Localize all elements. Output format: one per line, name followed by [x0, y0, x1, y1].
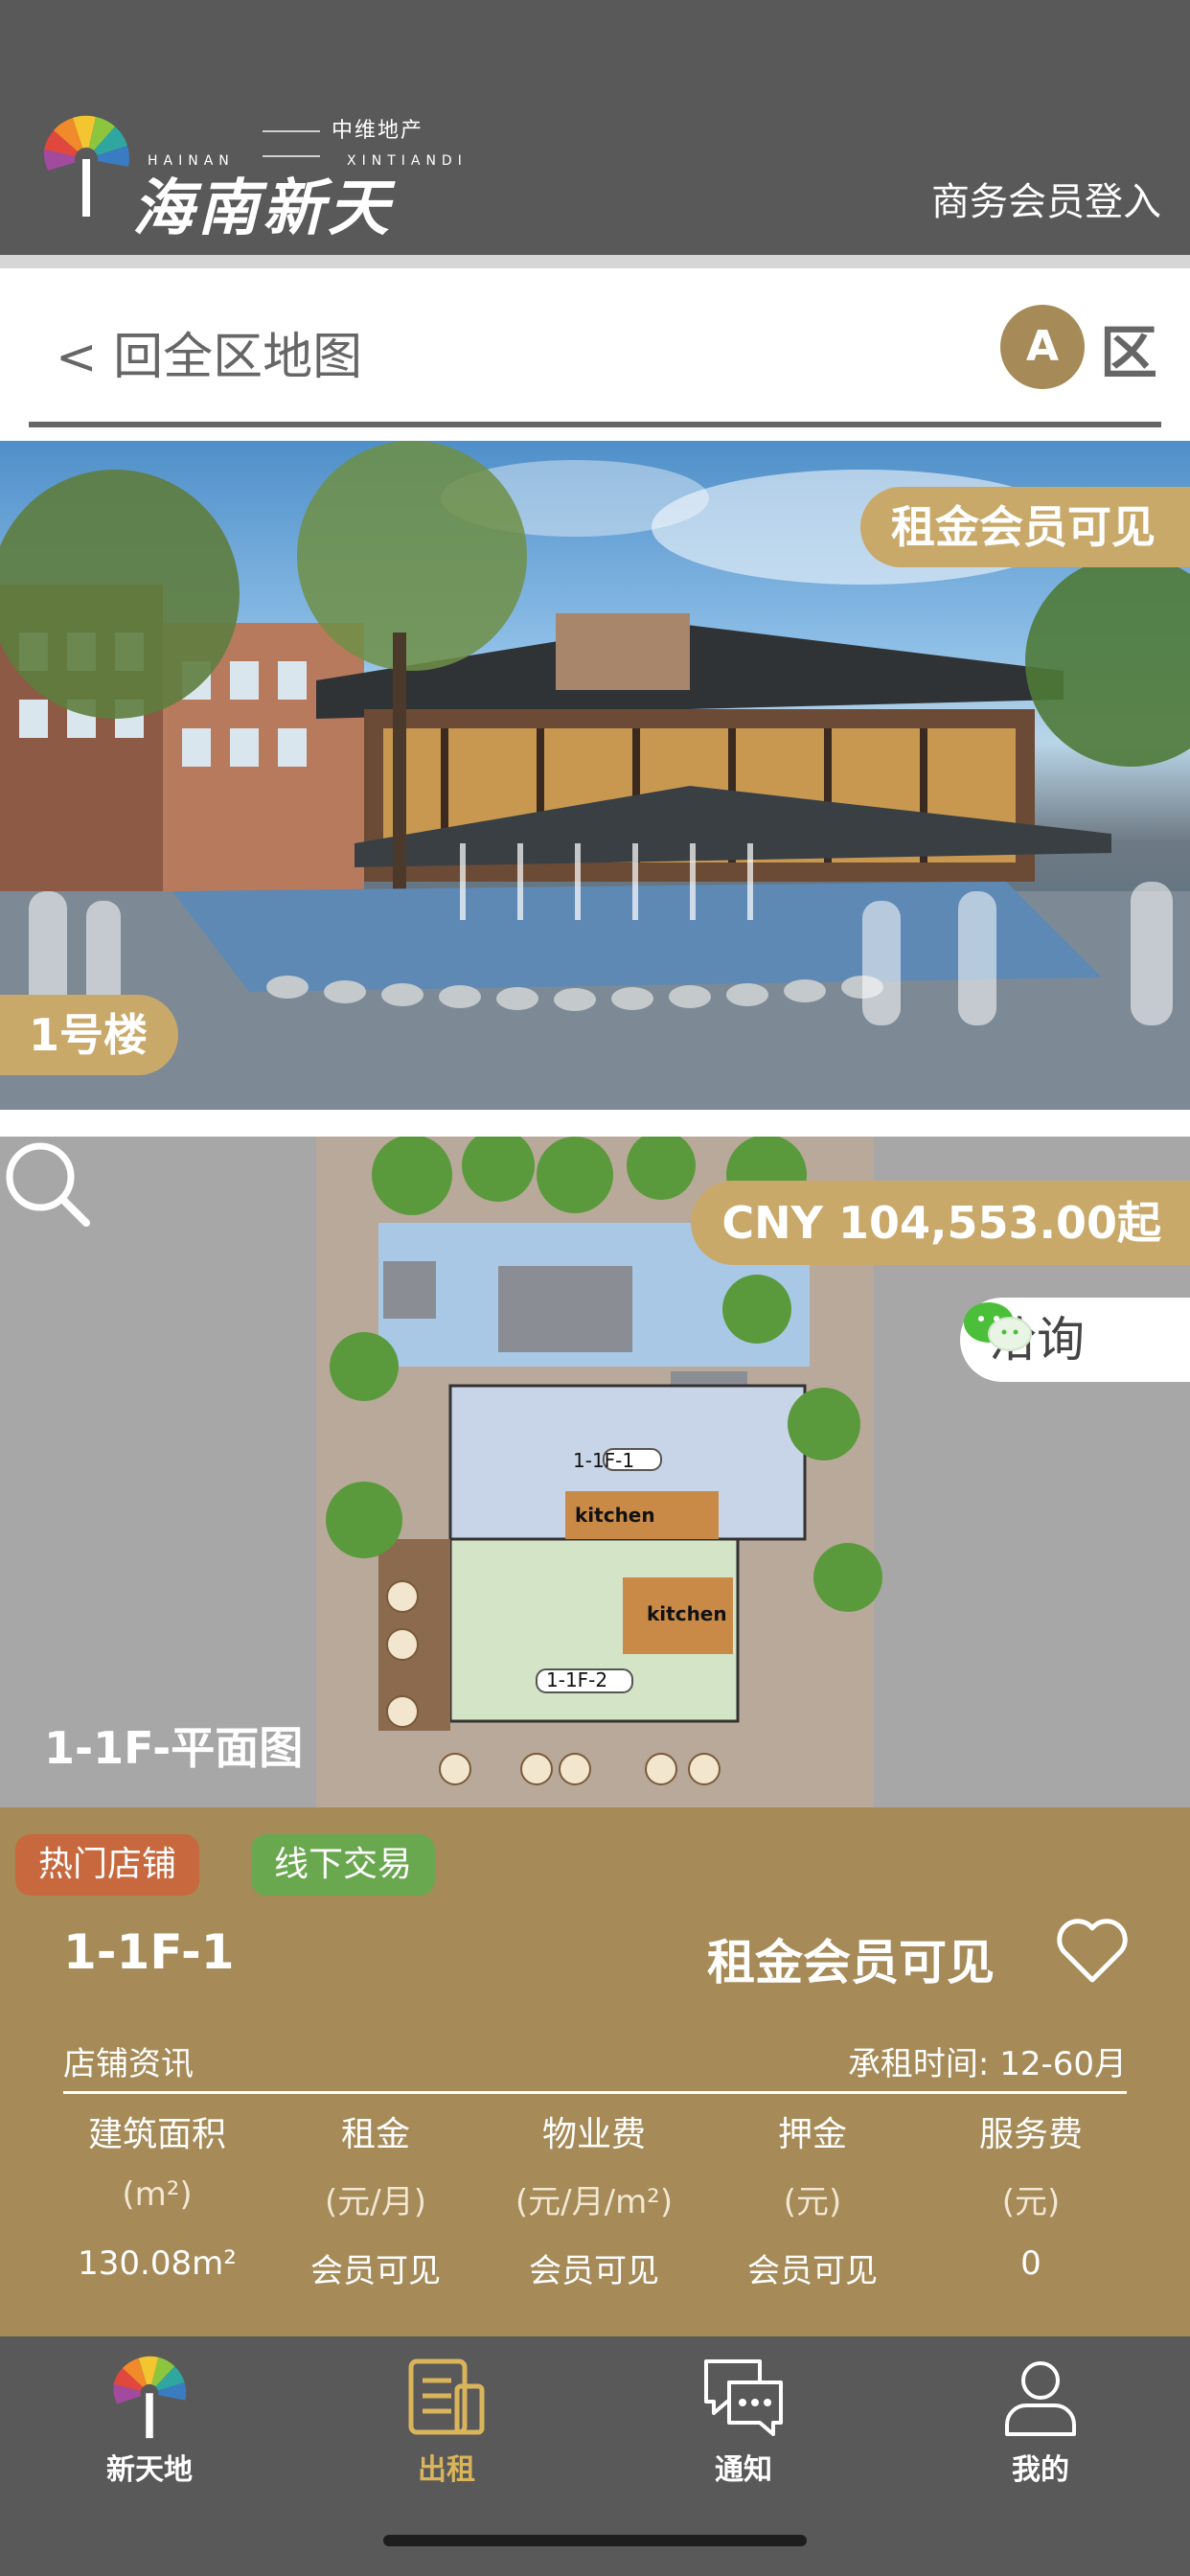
navigation-bar: < 回全区地图 A 区 — [0, 268, 1190, 441]
divider — [29, 422, 1161, 427]
column-value: 会员可见 — [747, 2252, 878, 2290]
room-label: 1-1F-1 — [573, 1449, 634, 1472]
column-unit: (元/月/m²) — [515, 2183, 674, 2221]
floor-plan-viewer[interactable]: kitchen kitchen 1-1F-1 1-1F-2 CNY 104,55… — [0, 1137, 1190, 1807]
tab-label: 通知 — [715, 2453, 772, 2487]
tab-rent[interactable]: 出租 — [332, 2354, 561, 2517]
consult-button[interactable]: 洽询 — [960, 1298, 1190, 1382]
floor-plan-title: 1-1F-平面图 — [44, 1722, 304, 1774]
tab-profile[interactable]: 我的 — [926, 2354, 1156, 2517]
column-header: 服务费 — [978, 2115, 1083, 2154]
room-label: 1-1F-2 — [546, 1668, 607, 1691]
kitchen-label: kitchen — [575, 1504, 655, 1527]
spacer — [0, 1110, 1190, 1137]
chat-bubble-icon — [704, 2359, 783, 2436]
building-label: 1号楼 — [0, 995, 179, 1075]
shop-info-panel: 热门店铺 线下交易 1-1F-1 租金会员可见 店铺资讯 承租时间: 12-60… — [0, 1807, 1190, 2336]
column-value: 130.08m² — [78, 2244, 237, 2283]
hot-shop-tag: 热门店铺 — [15, 1834, 200, 1896]
column-header: 建筑面积 — [87, 2115, 226, 2154]
offline-trade-tag: 线下交易 — [251, 1834, 436, 1896]
column-header: 租金 — [340, 2115, 410, 2154]
logo-fan-icon — [113, 2356, 187, 2439]
column-value: 0 — [1020, 2244, 1041, 2283]
column-unit: (元/月) — [325, 2183, 426, 2221]
building-photo[interactable]: 租金会员可见 1号楼 — [0, 441, 1190, 1110]
zone-label: 区 — [1100, 320, 1157, 387]
tab-notifications[interactable]: 通知 — [629, 2354, 858, 2517]
column-value: 会员可见 — [529, 2252, 659, 2290]
user-icon — [1005, 2361, 1076, 2436]
member-login-button[interactable]: 商务会员登入 — [931, 171, 1161, 226]
brand-logo[interactable]: 中维地产 HAINAN XINTIANDI 海南新天地 — [40, 113, 462, 333]
tab-label: 出租 — [418, 2453, 475, 2487]
header-divider — [0, 255, 1190, 268]
shop-info-heading: 店铺资讯 — [63, 2045, 194, 2083]
column-header: 押金 — [777, 2115, 847, 2154]
tab-label: 我的 — [1012, 2453, 1069, 2487]
app-header: 中维地产 HAINAN XINTIANDI 海南新天地 商务会员登入 — [0, 0, 1190, 333]
rent-visibility-text: 租金会员可见 — [707, 1935, 995, 1990]
lease-term: 承租时间: 12-60月 — [847, 2045, 1127, 2083]
home-indicator[interactable] — [383, 2535, 807, 2546]
back-to-map-link[interactable]: < 回全区地图 — [56, 316, 362, 388]
divider — [63, 2091, 1127, 2094]
info-table-header: 建筑面积 租金 物业费 押金 服务费 — [48, 2106, 1140, 2156]
unit-name: 1-1F-1 — [63, 1924, 235, 1980]
tab-label: 新天地 — [106, 2453, 193, 2487]
document-icon — [408, 2358, 485, 2435]
rent-visibility-badge: 租金会员可见 — [860, 487, 1190, 567]
tab-home[interactable]: 新天地 — [34, 2354, 264, 2517]
zone-badge: A — [1000, 305, 1085, 389]
logo-fan-icon — [43, 115, 129, 217]
column-unit: (m²) — [122, 2175, 193, 2214]
info-table-units: (m²) (元/月) (元/月/m²) (元) (元) — [48, 2175, 1140, 2222]
info-table-values: 130.08m² 会员可见 会员可见 会员可见 0 — [48, 2244, 1140, 2291]
kitchen-label: kitchen — [647, 1602, 727, 1625]
favorite-heart-icon[interactable] — [1054, 1913, 1131, 1990]
column-unit: (元) — [1001, 2183, 1061, 2221]
wechat-icon — [964, 1302, 1032, 1351]
zoom-search-icon[interactable] — [0, 1137, 92, 1229]
price-badge: CNY 104,553.00起 — [691, 1181, 1190, 1265]
column-value: 会员可见 — [310, 2252, 441, 2290]
column-unit: (元) — [783, 2183, 842, 2221]
column-header: 物业费 — [541, 2115, 646, 2154]
